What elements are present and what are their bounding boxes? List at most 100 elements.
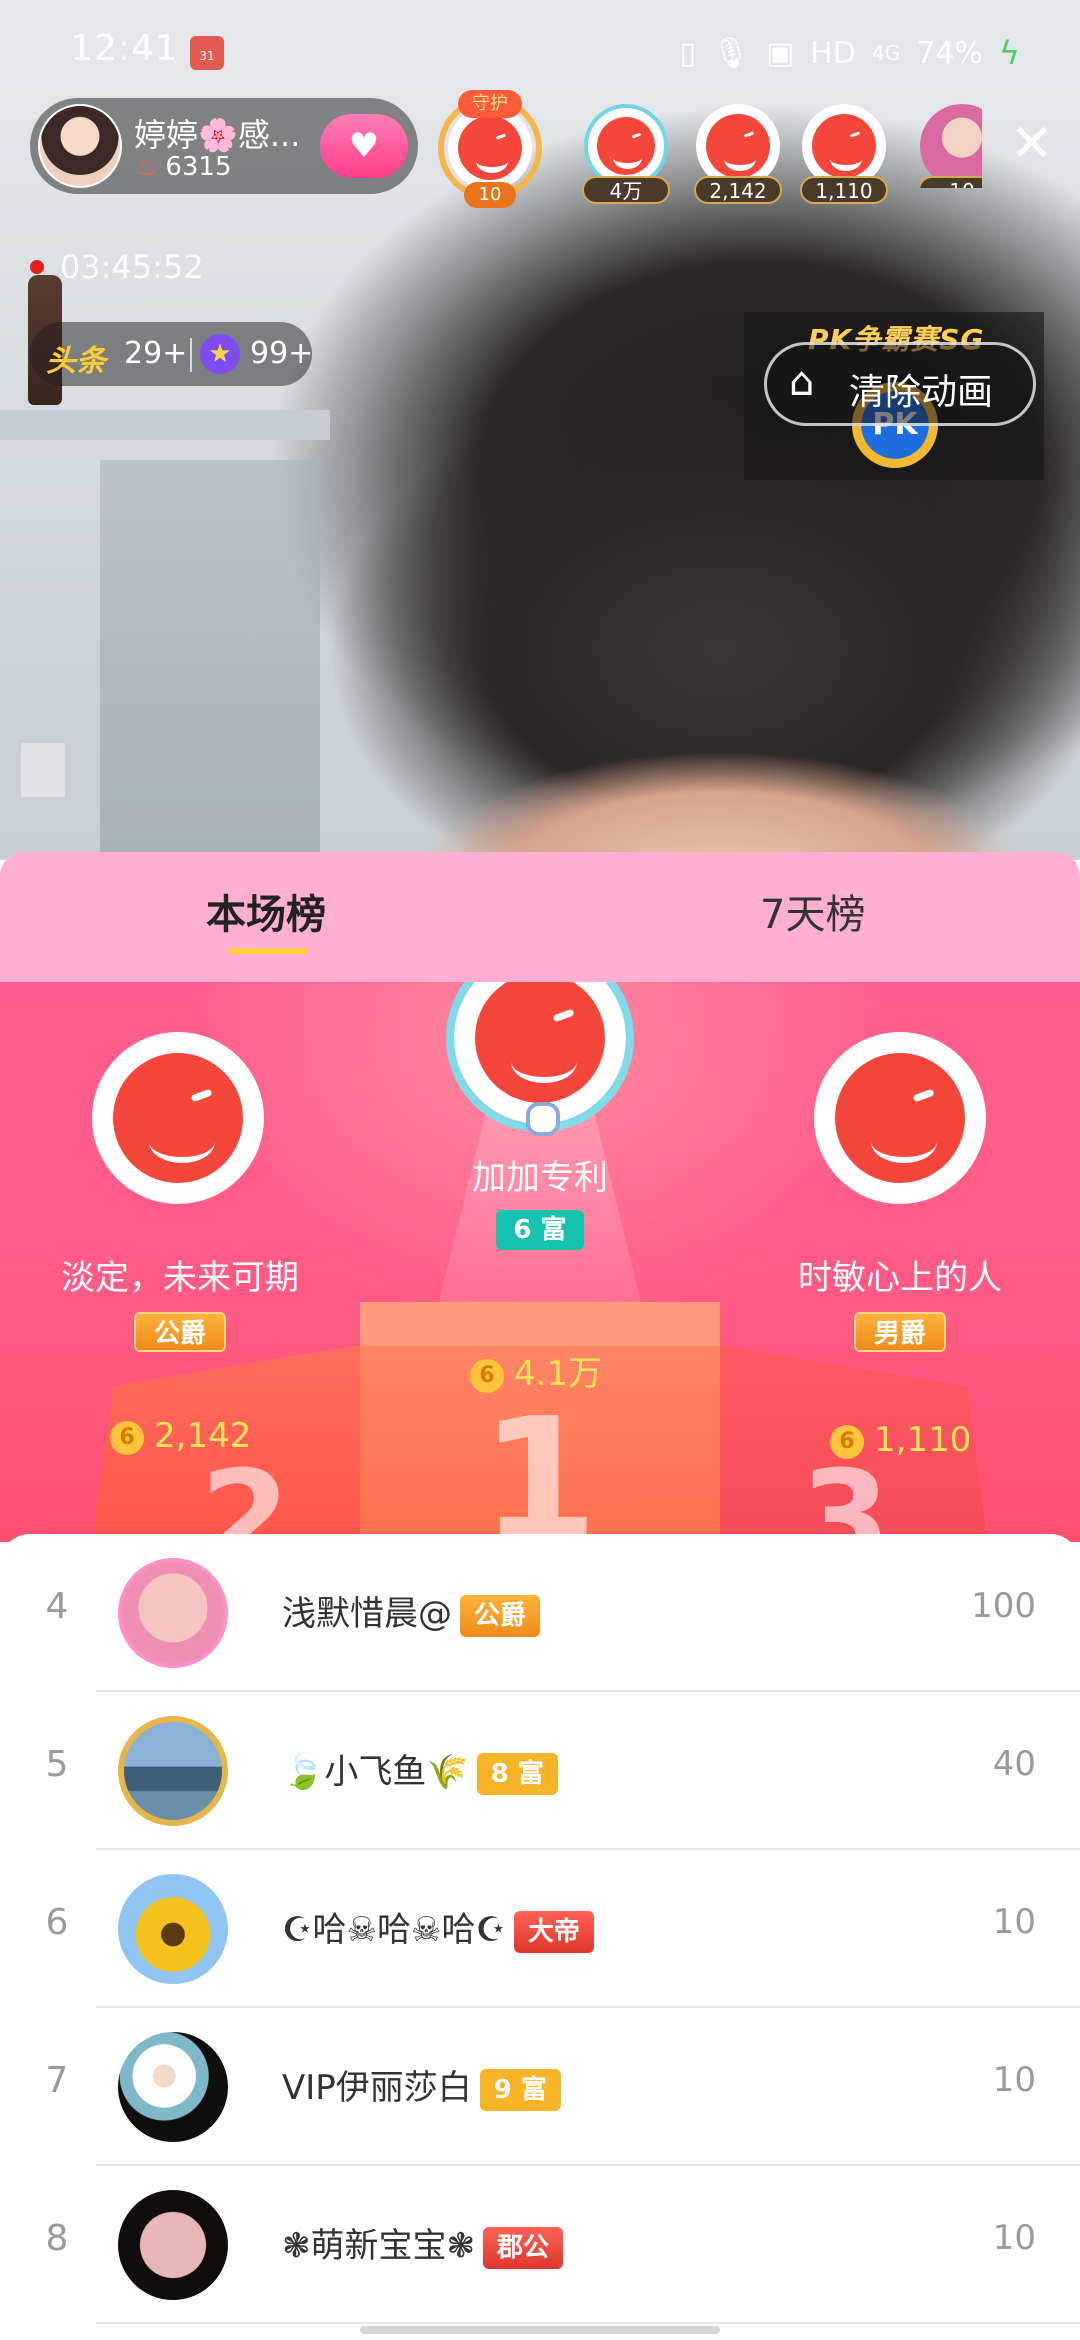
live-badges[interactable]: 头条 29+ ★ 99+ [30, 322, 314, 386]
charging-icon: ϟ [998, 34, 1020, 72]
second-place-avatar[interactable] [92, 1032, 264, 1204]
list-user: ❃萌新宝宝❃ 郡公 [282, 2218, 563, 2269]
second-score-value: 2,142 [154, 1416, 252, 1456]
flame-icon: ♨ [134, 152, 158, 182]
ranking-list[interactable]: 4 浅默惜晨@ 公爵 100 5 🍃小飞鱼🌾 8 富 40 6 ☪哈☠哈☠哈☪ 大帝 … [0, 1534, 1080, 2340]
third-place-score: 6 1,110 [830, 1420, 971, 1460]
list-rank: 4 [45, 1586, 69, 1627]
avatar[interactable] [118, 1558, 228, 1668]
avatar[interactable] [118, 1874, 228, 1984]
second-place-name[interactable]: 淡定，未来可期 [40, 1250, 320, 1299]
star-count: 99+ [250, 336, 314, 371]
list-rank: 6 [45, 1902, 69, 1943]
battery-label: 74% [916, 35, 983, 71]
star-icon: ★ [200, 334, 240, 374]
background-shelf [0, 410, 330, 440]
list-item[interactable]: 8 ❃萌新宝宝❃ 郡公 10 [0, 2166, 1080, 2324]
second-place-level: 公爵 [134, 1312, 226, 1352]
list-user: 浅默惜晨@ 公爵 [282, 1586, 541, 1637]
streamer-face [340, 660, 1080, 860]
second-mascot [92, 1032, 264, 1204]
status-icons: ▯ 🎙 ▣ HD 4G 74% ϟ [679, 34, 1020, 72]
coin-icon: 6 [110, 1420, 144, 1455]
live-dot-icon [30, 260, 44, 274]
tab-current-session[interactable]: 本场榜 [206, 882, 326, 940]
vibrate-icon: ▯ [679, 35, 696, 71]
heart-icon: ♥ [348, 126, 380, 166]
podium-rank-1: 1 [480, 1382, 599, 1542]
avatar[interactable] [118, 2032, 228, 2142]
list-user: 🍃小飞鱼🌾 8 富 [282, 1744, 558, 1795]
list-value: 10 [992, 2060, 1036, 2100]
tab-seven-days[interactable]: 7天榜 [760, 882, 865, 940]
background-switch [18, 740, 68, 800]
viewer-avatar-2[interactable]: 2,142 [694, 104, 782, 204]
mic-icon: 🎙 [711, 35, 750, 71]
list-name: 浅默惜晨@ [282, 1594, 452, 1634]
first-place-name[interactable]: 加加专利 [440, 1150, 640, 1199]
list-rank: 8 [45, 2218, 69, 2259]
viewer-avatar-1[interactable]: 4万 [582, 104, 670, 204]
calendar-icon: 31 [190, 36, 224, 70]
first-score-value: 4.1万 [514, 1354, 603, 1394]
viewer-score: 4万 [582, 176, 670, 204]
home-indicator[interactable] [360, 2326, 720, 2334]
avatar[interactable] [118, 1716, 228, 1826]
list-item[interactable]: 6 ☪哈☠哈☠哈☪ 大帝 10 [0, 1850, 1080, 2008]
list-rank: 5 [45, 1744, 69, 1785]
guard-avatar[interactable]: 守护 10 [438, 90, 542, 208]
headline-label: 头条 [46, 344, 106, 379]
list-item[interactable]: 5 🍃小飞鱼🌾 8 富 40 [0, 1692, 1080, 1850]
camera-icon: ▣ [765, 35, 795, 71]
list-rank: 7 [45, 2060, 69, 2101]
broom-icon: ⌂ [789, 359, 815, 405]
signal-icon: 4G [871, 41, 901, 65]
follow-button[interactable]: ♥ [320, 114, 408, 178]
first-place-avatar[interactable] [446, 982, 634, 1136]
podium-rank-2: 2 [200, 1442, 291, 1542]
podium: 1 2 3 加加专利 6 富 6 4.1万 淡定，未来可期 公爵 6 2,142 时… [0, 982, 1080, 1542]
list-item[interactable]: 7 VIP伊丽莎白 9 富 10 [0, 2008, 1080, 2166]
clear-animation-label: 清除动画 [849, 372, 994, 413]
third-score-value: 1,110 [874, 1420, 972, 1460]
status-time: 12:41 [70, 28, 179, 69]
viewer-avatar-4[interactable]: 10 [920, 104, 982, 188]
level-badge: 9 富 [479, 2068, 561, 2111]
list-value: 10 [992, 1902, 1036, 1942]
level-badge: 郡公 [482, 2226, 563, 2269]
list-name: VIP伊丽莎白 [282, 2068, 472, 2108]
level-badge: 8 富 [476, 1752, 558, 1795]
avatar[interactable] [118, 2190, 228, 2300]
list-item[interactable]: 4 浅默惜晨@ 公爵 100 [0, 1534, 1080, 1692]
status-bar: 12:41 31 ▯ 🎙 ▣ HD 4G 74% ϟ [0, 0, 1080, 100]
list-user: ☪哈☠哈☠哈☪ 大帝 [282, 1902, 594, 1953]
list-name: ☪哈☠哈☠哈☪ [282, 1910, 506, 1950]
third-place-avatar[interactable] [814, 1032, 986, 1204]
network-label: HD [810, 35, 856, 71]
list-name: 🍃小飞鱼🌾 [282, 1752, 469, 1792]
host-avatar[interactable] [38, 104, 122, 188]
first-place-level: 6 富 [496, 1210, 584, 1250]
third-place-level: 男爵 [854, 1312, 946, 1352]
close-icon[interactable]: ✕ [1010, 118, 1054, 170]
list-user: VIP伊丽莎白 9 富 [282, 2060, 561, 2111]
guard-count: 10 [464, 182, 516, 208]
list-name: ❃萌新宝宝❃ [282, 2226, 475, 2266]
clear-animation-button[interactable]: ⌂ 清除动画 [764, 342, 1036, 426]
frame-gem-icon [526, 1102, 560, 1136]
viewer-score: 10 [920, 176, 982, 188]
list-value: 100 [971, 1586, 1036, 1626]
host-info[interactable]: 婷婷🌸感... ♨ 6315 ♥ [30, 98, 418, 194]
live-duration: 03:45:52 [60, 248, 204, 286]
level-badge: 公爵 [460, 1594, 541, 1637]
second-place-score: 6 2,142 [110, 1416, 251, 1456]
viewer-avatar-3[interactable]: 1,110 [800, 104, 888, 204]
host-name: 婷婷🌸感... [134, 116, 301, 154]
third-mascot [814, 1032, 986, 1204]
first-place-score: 6 4.1万 [470, 1346, 602, 1395]
host-fans-count: 6315 [165, 152, 232, 182]
third-place-name[interactable]: 时敏心上的人 [780, 1250, 1020, 1299]
host-fans: ♨ 6315 [134, 152, 231, 182]
row-divider [96, 2322, 1080, 2324]
coin-icon: 6 [830, 1424, 864, 1459]
